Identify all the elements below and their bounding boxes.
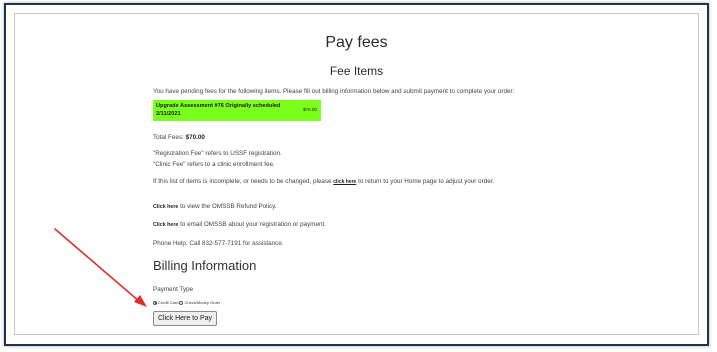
fee-items-heading: Fee Items [329,64,384,78]
pay-button[interactable]: Click Here to Pay [153,311,217,326]
registration-fee-note: "Registration Fee" refers to USSF regist… [153,150,282,157]
credit-card-radio[interactable] [153,300,157,305]
payment-type-options: Credit Card Check/Money Order [153,300,220,305]
refund-policy-line: Click here to view the OMSSB Refund Poli… [153,203,277,210]
total-fees-label: Total Fees: [153,134,184,141]
screenshot-frame: Pay fees Fee Items You have pending fees… [4,3,709,346]
incomplete-suffix: to return to your Home page to adjust yo… [358,178,495,185]
incomplete-prefix: If this list of items is incomplete, or … [153,178,332,185]
email-link[interactable]: Click here [153,222,178,228]
billing-information-heading: Billing Information [153,258,257,273]
credit-card-label[interactable]: Credit Card [158,300,178,305]
page-content: Pay fees Fee Items You have pending fees… [14,13,699,335]
total-fees-value: $70.00 [185,134,205,141]
payment-type-label: Payment Type [153,286,194,293]
page-title: Pay fees [325,34,388,51]
total-fees: Total Fees: $70.00 [153,134,205,141]
phone-help: Phone Help: Call 832-577-7191 for assist… [153,240,284,247]
intro-text: You have pending fees for the following … [153,88,515,95]
fee-item-name: Upgrade Assessment #76 Originally schedu… [156,103,281,117]
home-page-link[interactable]: click here [333,179,356,185]
clinic-fee-note: "Clinic Fee" refers to a clinic enrollme… [153,161,275,168]
incomplete-list-note: If this list of items is incomplete, or … [153,178,494,185]
check-money-order-label[interactable]: Check/Money Order [184,300,220,305]
email-line: Click here to email OMSSB about your reg… [153,221,326,228]
fee-item-amount: $70.00 [302,107,317,112]
check-money-order-radio[interactable] [179,300,184,305]
refund-policy-text: to view the OMSSB Refund Policy. [180,203,277,210]
fee-item-row: Upgrade Assessment #76 Originally schedu… [153,100,321,121]
refund-policy-link[interactable]: Click here [153,204,178,210]
email-text: to email OMSSB about your registration o… [180,221,327,228]
